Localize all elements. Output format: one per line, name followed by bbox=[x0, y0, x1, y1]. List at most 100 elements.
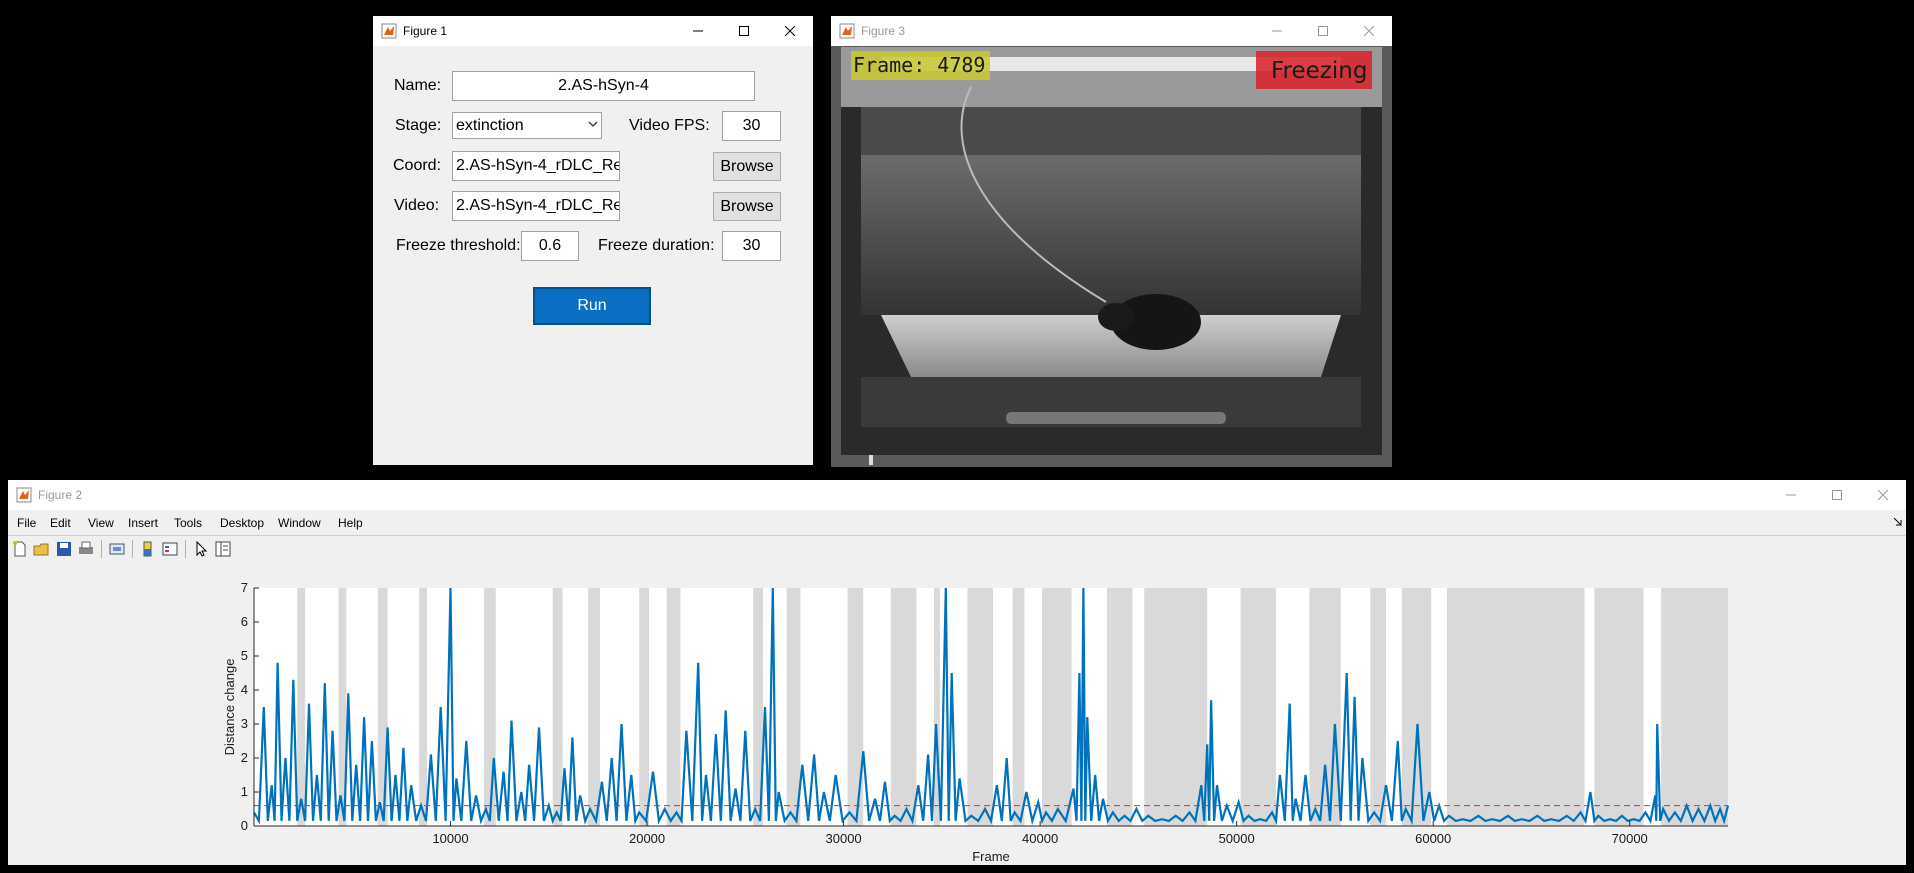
y-tick-label: 5 bbox=[241, 648, 248, 663]
save-icon[interactable] bbox=[55, 540, 73, 558]
y-tick-label: 6 bbox=[241, 614, 248, 629]
freeze-interval bbox=[1106, 588, 1133, 826]
minimize-icon bbox=[1786, 494, 1796, 496]
maximize-icon bbox=[1318, 26, 1328, 36]
figure3-titlebar[interactable]: Figure 3 bbox=[831, 16, 1392, 46]
freeze-interval bbox=[1401, 588, 1432, 826]
y-axis-label: Distance change bbox=[222, 659, 237, 756]
maximize-button[interactable] bbox=[721, 16, 767, 46]
video-field[interactable]: 2.AS-hSyn-4_rDLC_Resnet50_AS bbox=[452, 191, 620, 221]
y-tick-label: 0 bbox=[241, 818, 248, 833]
property-inspector-icon[interactable] bbox=[214, 540, 232, 558]
freeze-interval bbox=[1144, 588, 1208, 826]
video-slider-handle[interactable] bbox=[869, 455, 873, 465]
pointer-icon[interactable] bbox=[192, 540, 210, 558]
frame-counter: Frame: 4789 bbox=[853, 53, 986, 77]
menu-help[interactable]: Help bbox=[338, 516, 363, 530]
toolbar-separator-line bbox=[8, 535, 1906, 536]
freeze-interval bbox=[419, 588, 427, 826]
freeze-interval bbox=[483, 588, 496, 826]
minimize-button[interactable] bbox=[1768, 480, 1814, 510]
close-button[interactable] bbox=[767, 16, 813, 46]
minimize-button[interactable] bbox=[1254, 16, 1300, 46]
fps-field[interactable]: 30 bbox=[722, 111, 781, 141]
x-tick-label: 50000 bbox=[1219, 831, 1255, 846]
freeze-threshold-field[interactable]: 0.6 bbox=[521, 231, 579, 261]
run-button[interactable]: Run bbox=[533, 287, 651, 325]
freeze-interval bbox=[588, 588, 600, 826]
toolbar-divider bbox=[185, 540, 186, 558]
dock-arrow-icon[interactable] bbox=[1894, 518, 1902, 526]
name-label: Name: bbox=[394, 77, 442, 94]
freeze-interval bbox=[1012, 588, 1025, 826]
freeze-interval bbox=[377, 588, 388, 826]
figure2-titlebar[interactable]: Figure 2 bbox=[8, 480, 1906, 510]
link-plot-icon[interactable] bbox=[108, 540, 126, 558]
freeze-interval bbox=[890, 588, 917, 826]
figure2-title: Figure 2 bbox=[38, 488, 83, 502]
menu-view[interactable]: View bbox=[88, 516, 114, 530]
video-browse-button[interactable]: Browse bbox=[713, 192, 781, 221]
figure3-title: Figure 3 bbox=[861, 24, 906, 38]
figure1-window: Figure 1 Name: 2.AS-hSyn-4 Stage: extinc… bbox=[373, 16, 813, 465]
y-tick-label: 4 bbox=[241, 682, 248, 697]
maximize-icon bbox=[1832, 490, 1842, 500]
open-icon[interactable] bbox=[33, 540, 51, 558]
video-label: Video: bbox=[394, 197, 440, 214]
close-button[interactable] bbox=[1346, 16, 1392, 46]
close-icon bbox=[785, 26, 795, 36]
menu-insert[interactable]: Insert bbox=[128, 516, 158, 530]
matlab-icon bbox=[16, 487, 32, 503]
menu-desktop[interactable]: Desktop bbox=[220, 516, 264, 530]
coord-field[interactable]: 2.AS-hSyn-4_rDLC_Resnet50_AS bbox=[452, 151, 620, 181]
print-icon[interactable] bbox=[77, 540, 95, 558]
freeze-interval bbox=[1446, 588, 1585, 826]
new-figure-icon[interactable] bbox=[11, 540, 29, 558]
x-tick-label: 70000 bbox=[1612, 831, 1648, 846]
menu-edit[interactable]: Edit bbox=[50, 516, 71, 530]
minimize-button[interactable] bbox=[675, 16, 721, 46]
freeze-interval bbox=[666, 588, 681, 826]
freeze-interval bbox=[1370, 588, 1387, 826]
menu-window[interactable]: Window bbox=[278, 516, 321, 530]
freeze-interval bbox=[1594, 588, 1644, 826]
freeze-interval bbox=[639, 588, 650, 826]
menu-file[interactable]: File bbox=[17, 516, 36, 530]
x-axis-label: Frame bbox=[972, 849, 1010, 864]
close-button[interactable] bbox=[1860, 480, 1906, 510]
close-icon bbox=[1878, 490, 1888, 500]
freeze-duration-field[interactable]: 30 bbox=[722, 231, 781, 261]
maximize-button[interactable] bbox=[1814, 480, 1860, 510]
figure1-titlebar[interactable]: Figure 1 bbox=[373, 16, 813, 46]
toolbar-divider bbox=[132, 540, 133, 558]
distance-change-chart[interactable]: 0 1 2 3 4 5 6 7 10000 20000 30000 40000 50000 60000 70… bbox=[200, 575, 1760, 870]
x-tick-label: 20000 bbox=[629, 831, 665, 846]
chevron-down-icon bbox=[588, 121, 598, 128]
maximize-button[interactable] bbox=[1300, 16, 1346, 46]
name-field[interactable]: 2.AS-hSyn-4 bbox=[452, 71, 755, 101]
legend-icon[interactable] bbox=[161, 540, 179, 558]
coord-label: Coord: bbox=[393, 157, 442, 174]
freeze-threshold-label: Freeze threshold: bbox=[396, 237, 521, 254]
freeze-interval bbox=[967, 588, 993, 826]
minimize-icon bbox=[693, 30, 703, 32]
stage-label: Stage: bbox=[395, 117, 442, 134]
close-icon bbox=[1364, 26, 1374, 36]
matlab-icon bbox=[839, 23, 855, 39]
y-tick-label: 2 bbox=[241, 750, 248, 765]
maximize-icon bbox=[739, 26, 749, 36]
coord-browse-button[interactable]: Browse bbox=[713, 152, 781, 181]
menu-tools[interactable]: Tools bbox=[174, 516, 202, 530]
matlab-icon bbox=[381, 23, 397, 39]
freeze-interval bbox=[297, 588, 306, 826]
y-tick-label: 1 bbox=[241, 784, 248, 799]
y-tick-label: 7 bbox=[241, 580, 248, 595]
freeze-interval bbox=[552, 588, 563, 826]
stage-dropdown[interactable]: extinction bbox=[452, 112, 602, 139]
fps-label: Video FPS: bbox=[629, 117, 710, 134]
y-tick-label: 3 bbox=[241, 716, 248, 731]
colorbar-icon[interactable] bbox=[139, 540, 157, 558]
minimize-icon bbox=[1272, 30, 1282, 32]
video-frame bbox=[841, 47, 1382, 455]
x-tick-label: 60000 bbox=[1415, 831, 1451, 846]
